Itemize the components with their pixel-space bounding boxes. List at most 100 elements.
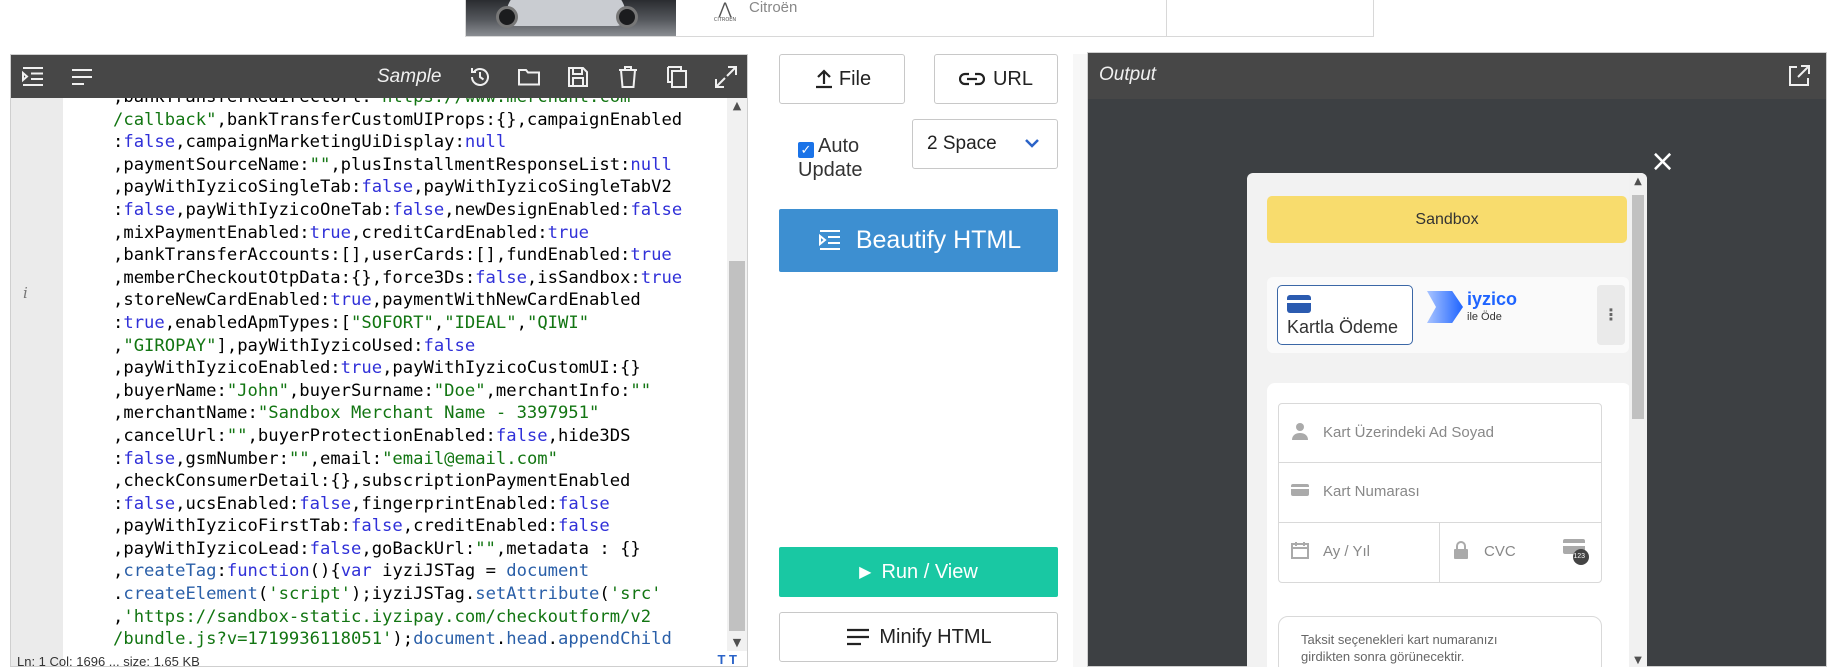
editor-scrollbar[interactable]: ▲ ▼ <box>727 98 747 651</box>
beautify-button[interactable]: Beautify HTML <box>779 209 1058 272</box>
code-token: ,payWithIyzicoCustomUI:{} <box>382 358 641 379</box>
code-token: , <box>113 561 124 582</box>
controls-column: File URL ✓ Auto Update 2 Space Beautify H… <box>764 54 1067 667</box>
scroll-thumb[interactable] <box>729 261 745 631</box>
code-line[interactable]: ,memberCheckoutOtpData:{},force3Ds:false… <box>113 267 727 290</box>
code-token: true <box>330 290 372 311</box>
code-token: ); <box>392 629 414 650</box>
editor-status-bar: Ln: 1 Col: 1696 ... size: 1.65 KB T T <box>11 652 747 666</box>
trash-icon[interactable] <box>614 63 642 91</box>
code-line[interactable]: ,mixPaymentEnabled:true,creditCardEnable… <box>113 222 727 245</box>
frame-scroll-thumb[interactable] <box>1632 195 1644 419</box>
checkout-iframe[interactable]: Sandbox Kartla Ödeme iyzico ile Öde ⋮ Ka… <box>1247 173 1647 667</box>
code-line[interactable]: ,cancelUrl:"",buyerProtectionEnabled:fal… <box>113 425 727 448</box>
checkout-content: Sandbox Kartla Ödeme iyzico ile Öde ⋮ Ka… <box>1247 173 1629 667</box>
code-line[interactable]: ,bankTransferRedirectUrl:"https://www.me… <box>113 98 727 109</box>
output-preview-area: × Sandbox Kartla Ödeme iyzico ile Öde ⋮ <box>1088 99 1826 667</box>
close-icon[interactable]: × <box>1650 147 1675 177</box>
frame-scroll-up-icon[interactable]: ▲ <box>1629 173 1647 191</box>
code-token: ,newDesignEnabled: <box>444 199 631 220</box>
code-line[interactable]: .createElement('script');iyziJSTag.setAt… <box>113 583 727 606</box>
indent-icon[interactable] <box>19 63 47 91</box>
code-line[interactable]: ,merchantName:"Sandbox Merchant Name - 3… <box>113 402 727 425</box>
code-line[interactable]: :false,payWithIyzicoOneTab:false,newDesi… <box>113 199 727 222</box>
iyzico-logo-icon <box>1427 291 1463 323</box>
auto-update-toggle[interactable]: ✓ Auto Update <box>798 134 863 182</box>
open-external-icon[interactable] <box>1786 63 1812 93</box>
code-line[interactable]: ,checkConsumerDetail:{},subscriptionPaym… <box>113 470 727 493</box>
card-number-field[interactable]: Kart Numarası <box>1278 462 1602 523</box>
run-view-button[interactable]: ▶ Run / View <box>779 547 1058 597</box>
scroll-up-icon[interactable]: ▲ <box>727 98 747 114</box>
expiry-field[interactable]: Ay / Yıl <box>1278 522 1440 583</box>
tab-iyzico-payment[interactable]: iyzico ile Öde <box>1427 289 1537 339</box>
history-icon[interactable] <box>466 63 494 91</box>
code-line[interactable]: ,createTag:function(){var iyziJSTag = do… <box>113 560 727 583</box>
link-icon <box>958 72 985 86</box>
code-token: (){ <box>309 561 341 582</box>
calendar-icon <box>1291 542 1309 559</box>
code-line[interactable]: ,paymentSourceName:"",plusInstallmentRes… <box>113 154 727 177</box>
code-token: 'https://sandbox-static.iyzipay.com/chec… <box>123 606 652 627</box>
code-token: ],payWithIyzicoUsed: <box>216 335 424 356</box>
tab-card-payment[interactable]: Kartla Ödeme <box>1277 285 1413 345</box>
fullscreen-icon[interactable] <box>712 63 740 91</box>
code-line[interactable]: ,payWithIyzicoLead:false,goBackUrl:"",me… <box>113 538 727 561</box>
url-button[interactable]: URL <box>934 54 1058 104</box>
code-line[interactable]: :true,enabledApmTypes:["SOFORT","IDEAL",… <box>113 312 727 335</box>
font-size-icon[interactable]: T T <box>718 652 738 666</box>
frame-vertical-scrollbar[interactable]: ▲ ▼ <box>1629 173 1647 667</box>
more-options-icon[interactable]: ⋮ <box>1597 285 1625 345</box>
ad-banner[interactable]: ⋀ CITROËN Citroën <box>465 0 1374 37</box>
card-holder-placeholder: Kart Üzerindeki Ad Soyad <box>1323 424 1494 441</box>
code-token: true <box>309 222 352 243</box>
code-token: ,memberCheckoutOtpData:{},force3Ds: <box>113 267 476 288</box>
code-line[interactable]: /callback",bankTransferCustomUIProps:{},… <box>113 109 727 132</box>
code-token: "" <box>630 380 652 401</box>
code-line[interactable]: :false,gsmNumber:"",email:"email@email.c… <box>113 448 727 471</box>
expiry-placeholder: Ay / Yıl <box>1323 543 1370 560</box>
indent-select[interactable]: 2 Space <box>912 119 1058 169</box>
auto-update-checkbox[interactable]: ✓ <box>798 142 814 158</box>
output-panel: Output × Sandbox Kartla Ödeme iyzico ile… <box>1087 52 1827 667</box>
code-line[interactable]: ,payWithIyzicoSingleTab:false,payWithIyz… <box>113 176 727 199</box>
code-token: ,payWithIyzicoSingleTabV2 <box>413 177 672 198</box>
code-line[interactable]: ,payWithIyzicoEnabled:true,payWithIyzico… <box>113 357 727 380</box>
code-token: ,mixPaymentEnabled: <box>113 222 310 243</box>
ad-brand-name[interactable]: Citroën <box>749 0 797 16</box>
file-button[interactable]: File <box>779 54 905 104</box>
installment-info-box: Taksit seçenekleri kart numaranızı girdi… <box>1278 616 1602 667</box>
wrap-text-icon[interactable] <box>68 63 96 91</box>
code-token: . <box>547 629 559 650</box>
copy-icon[interactable] <box>663 63 691 91</box>
beautify-icon <box>818 229 840 250</box>
ad-car-image[interactable] <box>466 0 676 36</box>
card-holder-name-field[interactable]: Kart Üzerindeki Ad Soyad <box>1278 403 1602 463</box>
cvc-field[interactable]: CVC 123 <box>1439 522 1602 583</box>
user-icon <box>1292 423 1308 440</box>
code-line[interactable]: ,"GIROPAY"],payWithIyzicoUsed:false <box>113 335 727 358</box>
code-area[interactable]: i ,bankTransferRedirectUrl:"https://www.… <box>11 98 747 666</box>
code-line[interactable]: ,buyerName:"John",buyerSurname:"Doe",mer… <box>113 380 727 403</box>
code-line[interactable]: :false,ucsEnabled:false,fingerprintEnabl… <box>113 493 727 516</box>
code-token: ,enabledApmTypes:[ <box>164 312 352 333</box>
info-marker: i <box>23 284 28 302</box>
code-line[interactable]: ,bankTransferAccounts:[],userCards:[],fu… <box>113 244 727 267</box>
code-content[interactable]: ,bankTransferRedirectUrl:"https://www.me… <box>113 98 727 651</box>
scroll-down-icon[interactable]: ▼ <box>727 635 747 651</box>
code-line[interactable]: ,payWithIyzicoFirstTab:false,creditEnabl… <box>113 515 727 538</box>
frame-scroll-down-icon[interactable]: ▼ <box>1629 652 1647 667</box>
code-line[interactable]: ,'https://sandbox-static.iyzipay.com/che… <box>113 606 727 629</box>
card-number-placeholder: Kart Numarası <box>1323 483 1420 500</box>
citroen-logo-icon: ⋀ CITROËN <box>713 0 737 24</box>
minify-button[interactable]: Minify HTML <box>779 612 1058 662</box>
code-token: "https://www.merchant.com <box>372 98 631 107</box>
code-line[interactable]: ,storeNewCardEnabled:true,paymentWithNew… <box>113 289 727 312</box>
code-line[interactable]: /bundle.js?v=1719936118051');document.he… <box>113 628 727 651</box>
code-line[interactable]: :false,campaignMarketingUiDisplay:null <box>113 131 727 154</box>
folder-open-icon[interactable] <box>515 63 543 91</box>
code-token: ,checkConsumerDetail:{},subscriptionPaym… <box>113 471 631 492</box>
sample-button[interactable]: Sample <box>377 66 441 88</box>
save-icon[interactable] <box>564 63 592 91</box>
code-token: false <box>123 448 176 469</box>
